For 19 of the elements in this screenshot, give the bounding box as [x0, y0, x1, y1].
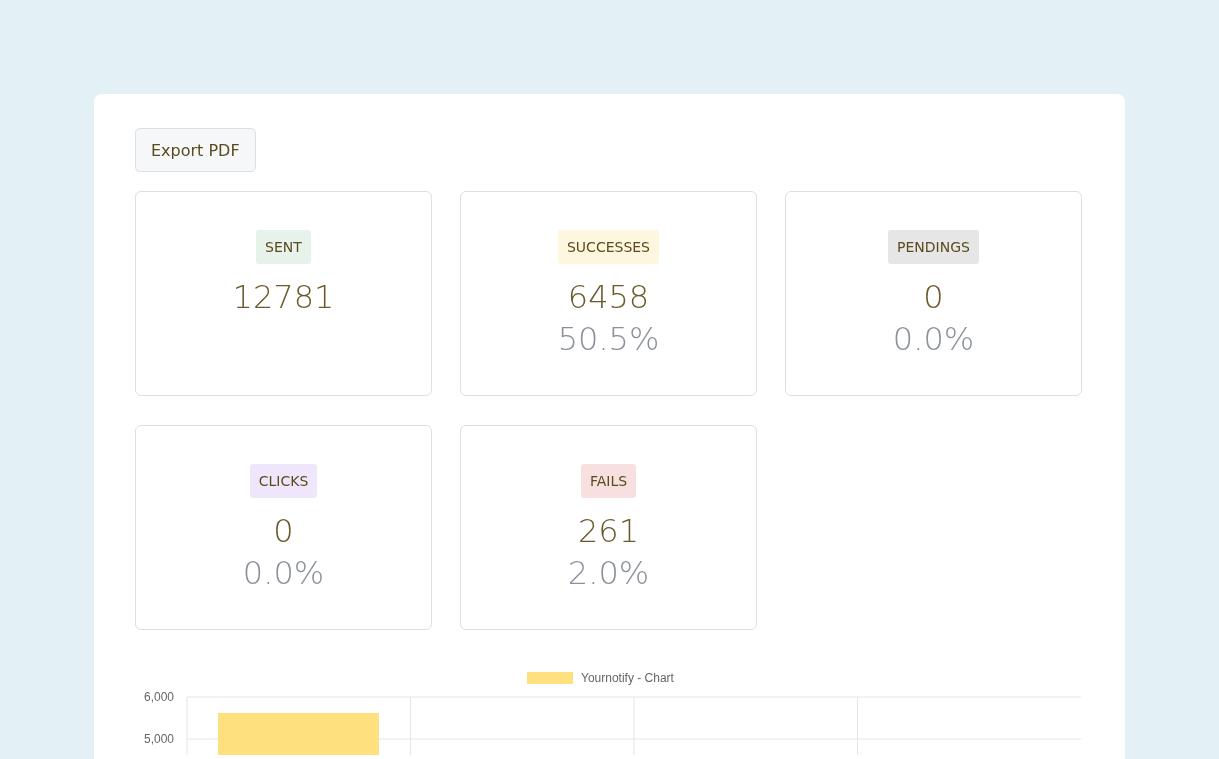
stat-label: SUCCESSES	[557, 230, 659, 264]
stat-count: 261	[577, 511, 640, 552]
stat-count: 0	[923, 277, 944, 318]
stat-percent: 0.0%	[242, 553, 325, 594]
legend-label: Yournotify - Chart	[581, 671, 674, 685]
export-pdf-button[interactable]: Export PDF	[135, 128, 256, 172]
stat-label: SENT	[256, 230, 311, 264]
stat-label: FAILS	[580, 464, 637, 498]
legend-swatch	[527, 672, 573, 684]
stat-percent: 0.0%	[892, 319, 975, 360]
stat-percent: 50.5%	[557, 319, 660, 360]
stat-label: PENDINGS	[888, 230, 979, 264]
stat-count: 12781	[232, 277, 335, 318]
y-axis-label: 5,000	[143, 732, 174, 746]
y-axis-label: 6,000	[143, 690, 174, 704]
stat-count: 0	[273, 511, 294, 552]
stat-percent: 2.0%	[567, 553, 650, 594]
stat-count: 6458	[567, 277, 650, 318]
stat-label: CLICKS	[249, 464, 318, 498]
